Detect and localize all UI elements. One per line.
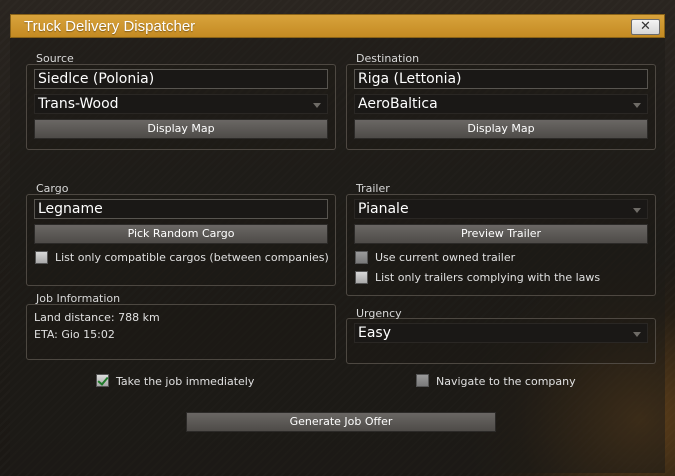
trailer-value: Pianale — [358, 201, 409, 217]
preview-trailer-button[interactable]: Preview Trailer — [354, 224, 648, 244]
generate-job-offer-button[interactable]: Generate Job Offer — [186, 412, 496, 432]
window-title: Truck Delivery Dispatcher — [24, 18, 196, 35]
destination-company-dropdown[interactable]: AeroBaltica — [354, 94, 648, 114]
dispatcher-window: Truck Delivery Dispatcher ✕ Source Siedl… — [10, 14, 665, 473]
chevron-down-icon — [633, 208, 641, 213]
navigate-label: Navigate to the company — [436, 375, 576, 388]
chevron-down-icon — [313, 103, 321, 108]
chevron-down-icon — [633, 332, 641, 337]
source-city-field[interactable]: Siedlce (Polonia) — [34, 69, 328, 89]
eta-text: ETA: Gio 15:02 — [34, 328, 115, 341]
laws-trailers-label: List only trailers complying with the la… — [375, 271, 601, 284]
urgency-label: Urgency — [356, 307, 402, 320]
window-body: Source Siedlce (Polonia) Trans-Wood Disp… — [10, 38, 665, 473]
trailer-label: Trailer — [356, 182, 390, 195]
source-display-map-button[interactable]: Display Map — [34, 119, 328, 139]
destination-city-field[interactable]: Riga (Lettonia) — [354, 69, 648, 89]
source-company-dropdown[interactable]: Trans-Wood — [34, 94, 328, 114]
urgency-dropdown[interactable]: Easy — [354, 323, 648, 343]
pick-random-cargo-button[interactable]: Pick Random Cargo — [34, 224, 328, 244]
urgency-value: Easy — [358, 325, 392, 341]
land-distance-text: Land distance: 788 km — [34, 311, 160, 324]
cargo-label: Cargo — [36, 182, 69, 195]
job-info-label: Job Information — [36, 292, 121, 305]
destination-company-value: AeroBaltica — [358, 96, 438, 112]
destination-label: Destination — [356, 52, 420, 65]
trailer-dropdown[interactable]: Pianale — [354, 199, 648, 219]
laws-trailers-checkbox[interactable] — [355, 271, 368, 284]
chevron-down-icon — [633, 103, 641, 108]
use-owned-trailer-label: Use current owned trailer — [375, 251, 516, 264]
source-company-value: Trans-Wood — [38, 96, 119, 112]
compatible-cargos-label: List only compatible cargos (between com… — [55, 251, 329, 264]
navigate-checkbox[interactable] — [416, 374, 429, 387]
title-bar[interactable]: Truck Delivery Dispatcher ✕ — [10, 14, 665, 38]
take-job-checkbox[interactable] — [96, 374, 109, 387]
take-job-label: Take the job immediately — [116, 375, 255, 388]
use-owned-trailer-checkbox[interactable] — [355, 251, 368, 264]
destination-display-map-button[interactable]: Display Map — [354, 119, 648, 139]
compatible-cargos-checkbox[interactable] — [35, 251, 48, 264]
close-button[interactable]: ✕ — [631, 19, 660, 35]
cargo-field[interactable]: Legname — [34, 199, 328, 219]
close-icon: ✕ — [640, 19, 651, 34]
source-label: Source — [36, 52, 74, 65]
